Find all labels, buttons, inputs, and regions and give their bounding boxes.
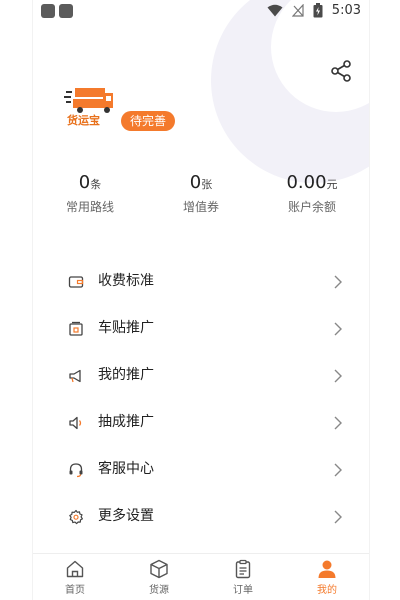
tab-cargo[interactable]: 货源 [117,554,201,600]
wallet-icon [68,276,84,288]
status-icons: 5:03 [267,3,361,18]
box-icon [150,559,168,579]
logo-text: 货运宝 [67,114,100,127]
menu-item-label: 车贴推广 [98,320,154,336]
notification-icon [59,4,73,18]
tab-orders[interactable]: 订单 [201,554,285,600]
stat-label: 增值券 [182,200,219,214]
menu-item-customer-service[interactable]: 客服中心 [33,446,369,493]
chevron-right-icon [334,369,342,383]
tab-mine[interactable]: 我的 [285,554,369,600]
clipboard-icon [235,559,251,579]
status-time: 5:03 [331,3,361,18]
chevron-right-icon [334,322,342,336]
menu-list: 收费标准 车贴推广 我的推广 抽成推广 客服中心 更多设置 [33,258,369,540]
bottom-tab-bar: 首页 货源 订单 我的 [33,553,369,600]
tab-label: 货源 [149,585,169,596]
stat-routes[interactable]: 0条 常用路线 [35,172,145,215]
chevron-right-icon [334,463,342,477]
stat-label: 常用路线 [65,200,114,214]
stat-value: 0 [189,172,202,193]
status-bar: 5:03 [33,0,369,24]
stat-value: 0 [78,172,91,193]
person-icon [318,560,336,578]
sticker-icon [69,321,83,336]
stat-unit: 元 [326,178,338,191]
menu-item-fee-standard[interactable]: 收费标准 [33,258,369,305]
stat-value: 0.00 [286,172,327,193]
megaphone-icon [69,369,81,383]
stat-unit: 条 [90,178,102,191]
chevron-right-icon [334,275,342,289]
account-stats: 0条 常用路线 0张 增值券 0.00元 账户余额 [33,172,369,220]
share-icon[interactable] [329,59,353,83]
profile-status-badge[interactable]: 待完善 [121,111,176,131]
tab-label: 订单 [233,585,253,596]
chevron-right-icon [334,416,342,430]
chevron-right-icon [334,510,342,524]
headset-icon [69,463,83,478]
menu-item-label: 我的推广 [98,367,154,383]
stat-unit: 张 [201,178,213,191]
menu-item-label: 收费标准 [98,273,154,289]
stat-coupons[interactable]: 0张 增值券 [146,172,256,215]
stat-balance[interactable]: 0.00元 账户余额 [257,172,367,215]
no-signal-icon [291,4,304,17]
stat-label: 账户余额 [287,200,336,214]
battery-icon [313,3,323,18]
menu-item-sticker-promo[interactable]: 车贴推广 [33,305,369,352]
app-screen: 5:03 货运宝 待完善 0条 常用路线 0张 增值券 0.00元 账户余额 收… [32,0,370,600]
notification-icon [41,4,55,18]
tab-home[interactable]: 首页 [33,554,117,600]
menu-item-label: 抽成推广 [98,414,154,430]
menu-item-label: 客服中心 [98,461,154,477]
menu-item-more-settings[interactable]: 更多设置 [33,493,369,540]
menu-item-my-promo[interactable]: 我的推广 [33,352,369,399]
speaker-icon [69,416,82,430]
home-icon [66,560,84,578]
menu-item-label: 更多设置 [98,508,154,524]
wifi-icon [267,4,283,17]
gear-icon [69,509,83,525]
tab-label: 我的 [317,585,337,596]
tab-label: 首页 [65,585,85,596]
menu-item-commission-promo[interactable]: 抽成推广 [33,399,369,446]
